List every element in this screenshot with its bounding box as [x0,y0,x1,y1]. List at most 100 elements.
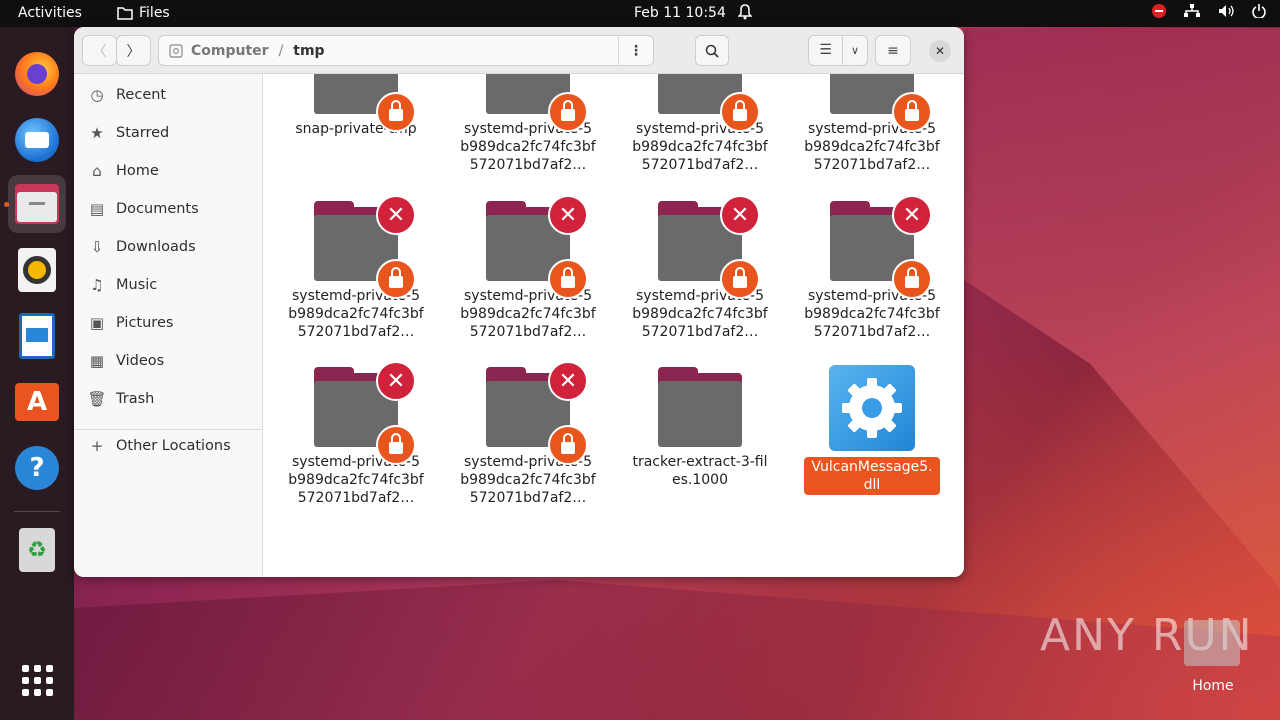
file-item[interactable]: snap-private-tmp [288,74,424,138]
file-item[interactable]: ✕ systemd-private-5b989dca2fc74fc3bf5720… [460,361,596,507]
path-segment-current[interactable]: tmp [293,43,324,59]
file-item[interactable]: ✕ systemd-private-5b989dca2fc74fc3bf5720… [288,195,424,341]
network-icon [1184,4,1200,17]
gear-icon [829,365,915,451]
sidebar-item-label: Videos [116,353,165,369]
chevron-down-icon: ∨ [850,44,860,57]
path-segment-computer[interactable]: Computer [191,43,269,59]
list-view-icon: ☰ [809,36,843,65]
file-item[interactable]: ✕ systemd-private-5b989dca2fc74fc3bf5720… [632,195,768,341]
firefox-icon [15,52,59,96]
unreadable-icon: ✕ [720,195,760,235]
sidebar-item-label: Other Locations [116,438,231,454]
desktop-home-icon[interactable] [1184,620,1240,666]
show-apps-button[interactable] [8,651,66,709]
folder-icon [658,74,760,132]
sidebar-item-music[interactable]: ♫ Music [74,266,263,304]
disk-icon [169,43,183,58]
chevron-left-icon: 〈 [92,43,107,60]
sidebar-item-documents[interactable]: ▤ Documents [74,190,263,228]
software-icon: A [15,383,59,421]
sidebar-item-label: Documents [116,201,199,217]
dock-help[interactable]: ? [8,439,66,497]
sidebar: ◷ Recent ★ Starred ⌂ Home ▤ Documents ⇩ Downl… [74,74,263,577]
kebab-menu-icon: ⋮ [629,42,643,59]
unreadable-icon: ✕ [548,195,588,235]
folder-icon: ✕ [486,195,588,299]
volume-icon [1219,5,1234,17]
dock-trash[interactable]: ♻ [8,521,66,579]
close-button[interactable]: ✕ [929,40,951,62]
sidebar-item-trash[interactable]: 🗑 Trash [74,380,263,418]
sidebar-item-label: Trash [116,391,155,407]
path-bar[interactable]: Computer / tmp ⋮ [158,35,654,66]
sidebar-item-starred[interactable]: ★ Starred [74,114,263,152]
folder-icon: ✕ [486,361,588,465]
chevron-right-icon: 〉 [126,43,141,60]
rhythmbox-icon [18,248,56,292]
star-icon: ★ [90,124,104,142]
unreadable-icon: ✕ [376,195,416,235]
folder-icon [658,367,742,447]
sidebar-item-label: Starred [116,125,170,141]
lock-icon [548,92,588,132]
file-item[interactable]: ✕ systemd-private-5b989dca2fc74fc3bf5720… [804,195,940,341]
dock-rhythmbox[interactable] [8,241,66,299]
do-not-disturb-icon [1152,4,1166,18]
dock-firefox[interactable] [8,45,66,103]
download-icon: ⇩ [90,238,104,256]
sidebar-item-recent[interactable]: ◷ Recent [74,76,263,114]
file-grid: snap-private-tmp systemd-private-5b989dc… [263,74,964,577]
file-item[interactable]: systemd-private-5b989dca2fc74fc3bf572071… [460,74,596,174]
search-icon [705,44,719,58]
trash-icon: 🗑 [87,390,107,408]
sidebar-item-other-locations[interactable]: + Other Locations [74,427,263,465]
file-item[interactable]: systemd-private-5b989dca2fc74fc3bf572071… [632,74,768,174]
lock-icon [720,259,760,299]
path-menu-button[interactable]: ⋮ [618,36,653,65]
clock-icon: ◷ [90,86,104,104]
home-icon: ⌂ [92,162,102,180]
folder-icon: ✕ [314,195,416,299]
picture-icon: ▣ [89,314,105,332]
thunderbird-icon [15,118,59,162]
main-menu-button[interactable]: ≡ [875,35,911,66]
file-item-selected[interactable]: VulcanMessage5.dll [804,365,940,495]
file-item[interactable]: ✕ systemd-private-5b989dca2fc74fc3bf5720… [460,195,596,341]
dock-files[interactable] [8,175,66,233]
sidebar-item-pictures[interactable]: ▣ Pictures [74,304,263,342]
dock-software[interactable]: A [8,373,66,431]
activities-button[interactable]: Activities [18,5,82,21]
file-name: VulcanMessage5.dll [804,457,940,495]
lock-icon [376,92,416,132]
hamburger-icon: ≡ [887,42,899,59]
sidebar-item-downloads[interactable]: ⇩ Downloads [74,228,263,266]
dock-thunderbird[interactable] [8,111,66,169]
back-button[interactable]: 〈 [82,35,117,66]
folder-icon: ✕ [830,195,932,299]
system-tray[interactable] [1152,4,1266,18]
sidebar-item-home[interactable]: ⌂ Home [74,152,263,190]
sidebar-item-label: Pictures [116,315,174,331]
lock-icon [892,259,932,299]
sidebar-item-videos[interactable]: ▦ Videos [74,342,263,380]
app-menu[interactable]: Files [117,5,170,21]
file-item[interactable]: systemd-private-5b989dca2fc74fc3bf572071… [804,74,940,174]
file-item[interactable]: ✕ systemd-private-5b989dca2fc74fc3bf5720… [288,361,424,507]
path-separator: / [278,42,284,59]
dock-writer[interactable] [8,307,66,365]
lock-icon [892,92,932,132]
view-toggle-button[interactable]: ☰ ∨ [808,35,868,66]
sidebar-item-label: Home [116,163,159,179]
dock-separator [14,511,60,512]
clock[interactable]: Feb 11 10:54 [634,5,726,21]
folder-icon [486,74,588,132]
plus-icon: + [90,437,104,455]
forward-button[interactable]: 〉 [116,35,151,66]
search-button[interactable] [695,35,729,66]
lock-icon [548,259,588,299]
file-item[interactable]: tracker-extract-3-files.1000 [632,367,768,489]
lock-icon [376,259,416,299]
sidebar-item-label: Downloads [116,239,196,255]
desktop-home-label[interactable]: Home [1180,678,1246,694]
